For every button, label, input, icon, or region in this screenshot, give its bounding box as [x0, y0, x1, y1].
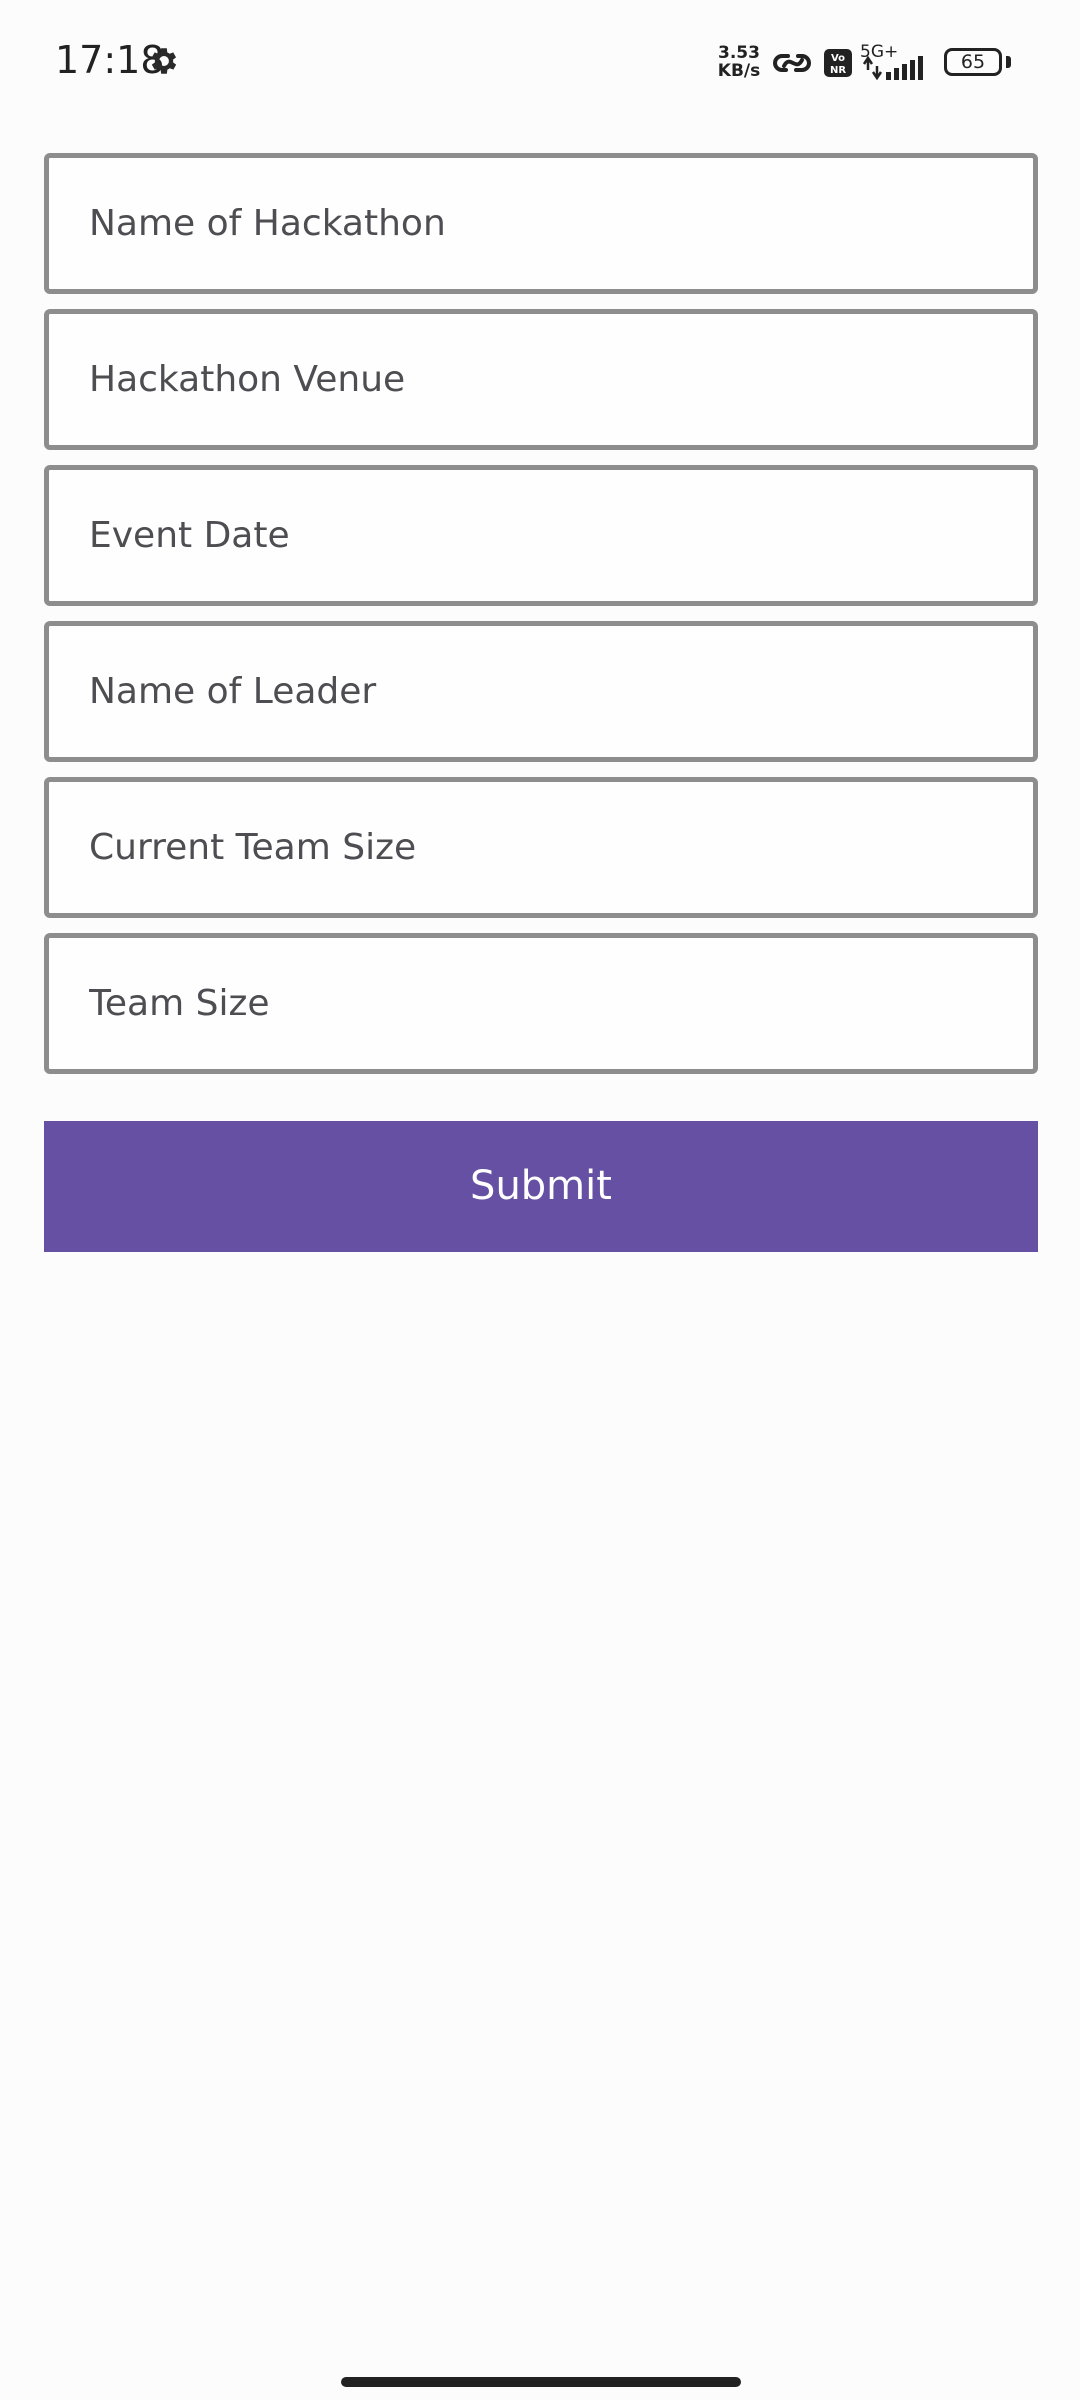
leader-name-input[interactable]	[49, 626, 1033, 757]
screen: 17:18 3.53 KB/s Vo NR 5G+ 65 Name of Hac…	[0, 0, 1080, 2400]
battery-icon: 65	[944, 48, 1002, 76]
home-indicator[interactable]	[341, 2377, 741, 2387]
current-team-size-input[interactable]	[49, 782, 1033, 913]
network-speed: 3.53 KB/s	[714, 44, 764, 80]
event-date-input[interactable]	[49, 470, 1033, 601]
signal-icon	[862, 56, 923, 80]
hackathon-venue-input[interactable]	[49, 314, 1033, 445]
svg-text:Vo: Vo	[831, 53, 845, 64]
hackathon-form	[44, 153, 1038, 1089]
status-bar: 17:18 3.53 KB/s Vo NR 5G+ 65	[0, 0, 1080, 125]
team-size-field[interactable]	[44, 933, 1038, 1074]
battery-tip	[1006, 56, 1011, 68]
team-size-input[interactable]	[49, 938, 1033, 1069]
hackathon-name-input[interactable]	[49, 158, 1033, 289]
network-speed-unit: KB/s	[717, 61, 761, 81]
svg-text:NR: NR	[830, 65, 846, 76]
network-speed-value: 3.53	[718, 43, 760, 63]
hackathon-venue-field[interactable]	[44, 309, 1038, 450]
gear-icon	[151, 48, 177, 74]
leader-name-field[interactable]	[44, 621, 1038, 762]
link-icon	[773, 54, 811, 72]
submit-button[interactable]: Submit	[44, 1121, 1038, 1252]
hackathon-name-field[interactable]	[44, 153, 1038, 294]
event-date-field[interactable]	[44, 465, 1038, 606]
battery-level: 65	[960, 51, 986, 73]
current-team-size-field[interactable]	[44, 777, 1038, 918]
volte-icon: Vo NR	[824, 49, 852, 77]
